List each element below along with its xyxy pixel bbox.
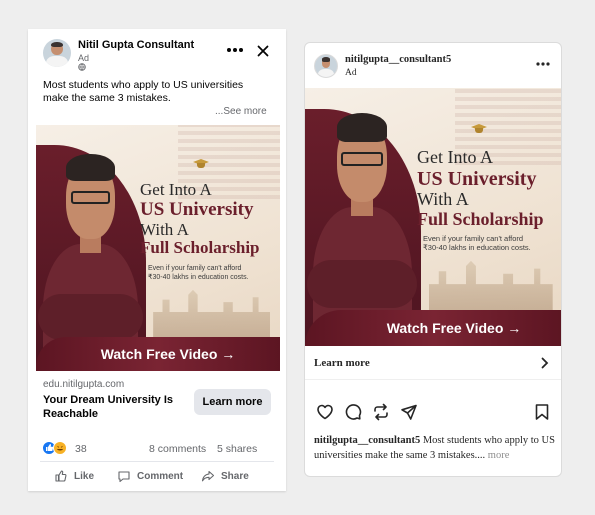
headline-line2: US University xyxy=(417,167,537,190)
primary-text: Most students who apply to US universiti… xyxy=(43,79,244,104)
creative-subtext: Even if your family can't afford ₹30-40 … xyxy=(148,265,249,283)
facebook-ad-card: Nitil Gupta Consultant Ad Most students … xyxy=(28,29,286,491)
reaction-count[interactable]: 38 xyxy=(75,443,87,455)
watch-video-banner[interactable]: Watch Free Video → xyxy=(305,310,561,346)
subtext-line2: ₹30-40 lakhs in education costs. xyxy=(423,243,531,253)
username[interactable]: nitilgupta__consultant5 xyxy=(345,54,451,65)
more-options-icon[interactable] xyxy=(226,47,244,53)
caption-more-link[interactable]: more xyxy=(485,450,510,461)
ad-creative-image[interactable]: Get Into A US University With A Full Sch… xyxy=(305,88,561,346)
headline-line3: With A xyxy=(140,219,189,239)
creative-subtext: Even if your family can't afford ₹30-40 … xyxy=(423,234,531,253)
headline-line1: Get Into A xyxy=(417,147,493,167)
actions-divider xyxy=(40,461,274,462)
like-label: Like xyxy=(74,470,95,482)
chevron-right-icon xyxy=(541,357,549,369)
like-button[interactable]: Like xyxy=(54,469,94,483)
page-name[interactable]: Nitil Gupta Consultant xyxy=(78,39,194,51)
comments-count[interactable]: 8 comments xyxy=(149,443,206,455)
creative-headline: Get Into A US University With A Full Sch… xyxy=(417,147,544,229)
watch-video-banner[interactable]: Watch Free Video → xyxy=(36,337,280,371)
comment-icon xyxy=(117,469,131,483)
globe-icon xyxy=(78,63,86,71)
caption-username[interactable]: nitilgupta__consultant5 xyxy=(314,435,420,446)
repost-icon[interactable] xyxy=(372,403,390,421)
headline-line4: Full Scholarship xyxy=(140,238,260,258)
subtext-line1: Even if your family can't afford xyxy=(148,265,242,272)
close-icon[interactable] xyxy=(257,45,269,57)
reaction-icons[interactable] xyxy=(42,441,72,455)
ad-creative-image[interactable]: Get Into A US University With A Full Sch… xyxy=(36,125,280,371)
creative-headline: Get Into A US University With A Full Sch… xyxy=(140,180,260,258)
headline-line2: US University xyxy=(140,198,254,220)
link-title[interactable]: Your Dream University Is Reachable xyxy=(43,393,183,421)
haha-reaction-icon xyxy=(53,441,67,455)
headline-line4: Full Scholarship xyxy=(417,208,544,229)
learn-more-label: Learn more xyxy=(314,357,370,369)
bookmark-icon[interactable] xyxy=(534,403,550,421)
comment-button[interactable]: Comment xyxy=(117,469,183,483)
learn-more-bar[interactable]: Learn more xyxy=(305,346,561,380)
more-options-icon[interactable] xyxy=(536,62,550,66)
share-label: Share xyxy=(221,470,249,482)
headline-line1: Get Into A xyxy=(140,180,212,199)
profile-avatar[interactable] xyxy=(314,54,338,78)
share-button[interactable]: Share xyxy=(201,469,249,483)
shares-count[interactable]: 5 shares xyxy=(217,443,257,455)
headline-line3: With A xyxy=(417,188,469,209)
share-icon xyxy=(201,469,215,483)
instagram-ad-card: nitilgupta__consultant5 Ad Get Into A US… xyxy=(304,42,562,477)
subtext-line1: Even if your family can't afford xyxy=(423,234,524,243)
comment-label: Comment xyxy=(137,470,184,482)
graduation-cap-icon xyxy=(193,159,209,169)
comment-icon[interactable] xyxy=(344,403,362,421)
page-avatar[interactable] xyxy=(43,39,71,67)
subtext-line2: ₹30-40 lakhs in education costs. xyxy=(148,273,249,281)
send-icon[interactable] xyxy=(400,403,418,421)
graduation-cap-icon xyxy=(471,124,487,134)
sponsored-label: Ad xyxy=(78,53,90,63)
caption: nitilgupta__consultant5 Most students wh… xyxy=(314,433,558,463)
see-more-link[interactable]: ...See more xyxy=(215,106,267,117)
thumbs-up-icon xyxy=(54,469,68,483)
heart-icon[interactable] xyxy=(316,403,334,421)
sponsored-label: Ad xyxy=(345,68,357,78)
learn-more-button[interactable]: Learn more xyxy=(194,389,271,415)
link-domain: edu.nitilgupta.com xyxy=(43,379,125,390)
